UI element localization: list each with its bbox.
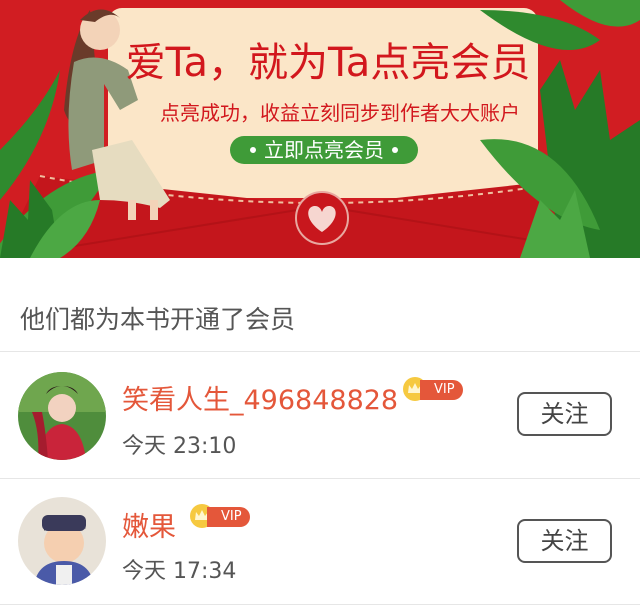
member-name[interactable]: 笑看人生_496848828: [122, 378, 398, 417]
banner-subline: 点亮成功，收益立刻同步到作者大大账户: [160, 101, 520, 125]
section-title: 他们都为本书开通了会员: [20, 305, 296, 334]
banner-headline: 爱Ta，就为Ta点亮会员: [125, 40, 531, 86]
divider: [0, 604, 640, 605]
activate-vip-label: 立即点亮会员: [264, 138, 384, 162]
dot-icon: [250, 147, 256, 153]
follow-button[interactable]: 关注: [517, 392, 612, 436]
follow-button[interactable]: 关注: [517, 519, 612, 563]
list-item: 嫩果 VIP 今天 17:34 关注: [0, 479, 640, 605]
member-name[interactable]: 嫩果: [122, 505, 176, 544]
avatar[interactable]: [18, 497, 106, 585]
dot-icon: [392, 147, 398, 153]
vip-banner[interactable]: 爱Ta，就为Ta点亮会员 点亮成功，收益立刻同步到作者大大账户 立即点亮会员: [0, 0, 640, 258]
member-time: 今天 17:34: [122, 559, 237, 584]
list-item: 笑看人生_496848828 VIP 今天 23:10 关注: [0, 352, 640, 478]
vip-label: VIP: [420, 380, 463, 400]
member-time: 今天 23:10: [122, 434, 237, 459]
avatar[interactable]: [18, 372, 106, 460]
activate-vip-button[interactable]: 立即点亮会员: [230, 136, 418, 164]
vip-label: VIP: [207, 507, 250, 527]
